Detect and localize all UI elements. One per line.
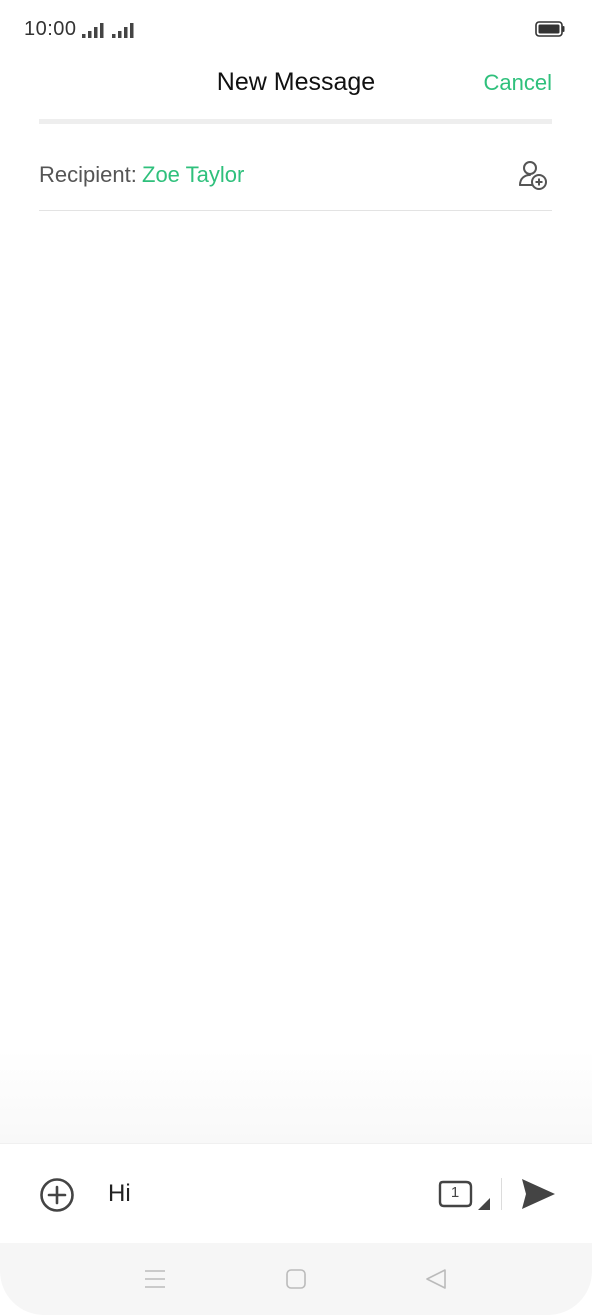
recipient-label: Recipient: [39,162,137,187]
recipient-field[interactable]: Recipient: Zoe Taylor [39,140,552,211]
new-message-screen: 10:00 New Message Cancel Recipient: Zoe … [0,0,592,1315]
signal-strength-icon-2 [112,23,134,38]
compose-divider [501,1178,502,1210]
add-contact-icon[interactable] [516,158,550,192]
back-icon[interactable] [424,1267,448,1291]
header: New Message Cancel [0,60,592,120]
plus-circle-icon[interactable] [39,1177,75,1213]
dropdown-triangle-icon [478,1198,490,1210]
battery-icon [535,21,565,37]
send-icon[interactable] [520,1177,556,1211]
sim-slot-number: 1 [450,1184,460,1201]
status-time: 10:00 [24,18,77,40]
signal-strength-icon [82,23,104,38]
message-thread-area [0,211,592,1143]
menu-icon[interactable] [144,1268,166,1290]
home-icon[interactable] [285,1268,307,1290]
system-nav-bar [0,1243,592,1315]
header-divider [39,119,552,124]
recipient-chip[interactable]: Zoe Taylor [142,162,244,188]
message-input[interactable] [108,1174,408,1214]
sim-selector[interactable]: 1 [438,1180,492,1212]
status-bar: 10:00 [0,0,592,60]
compose-bar: 1 [0,1143,592,1244]
cancel-button[interactable]: Cancel [484,70,552,96]
